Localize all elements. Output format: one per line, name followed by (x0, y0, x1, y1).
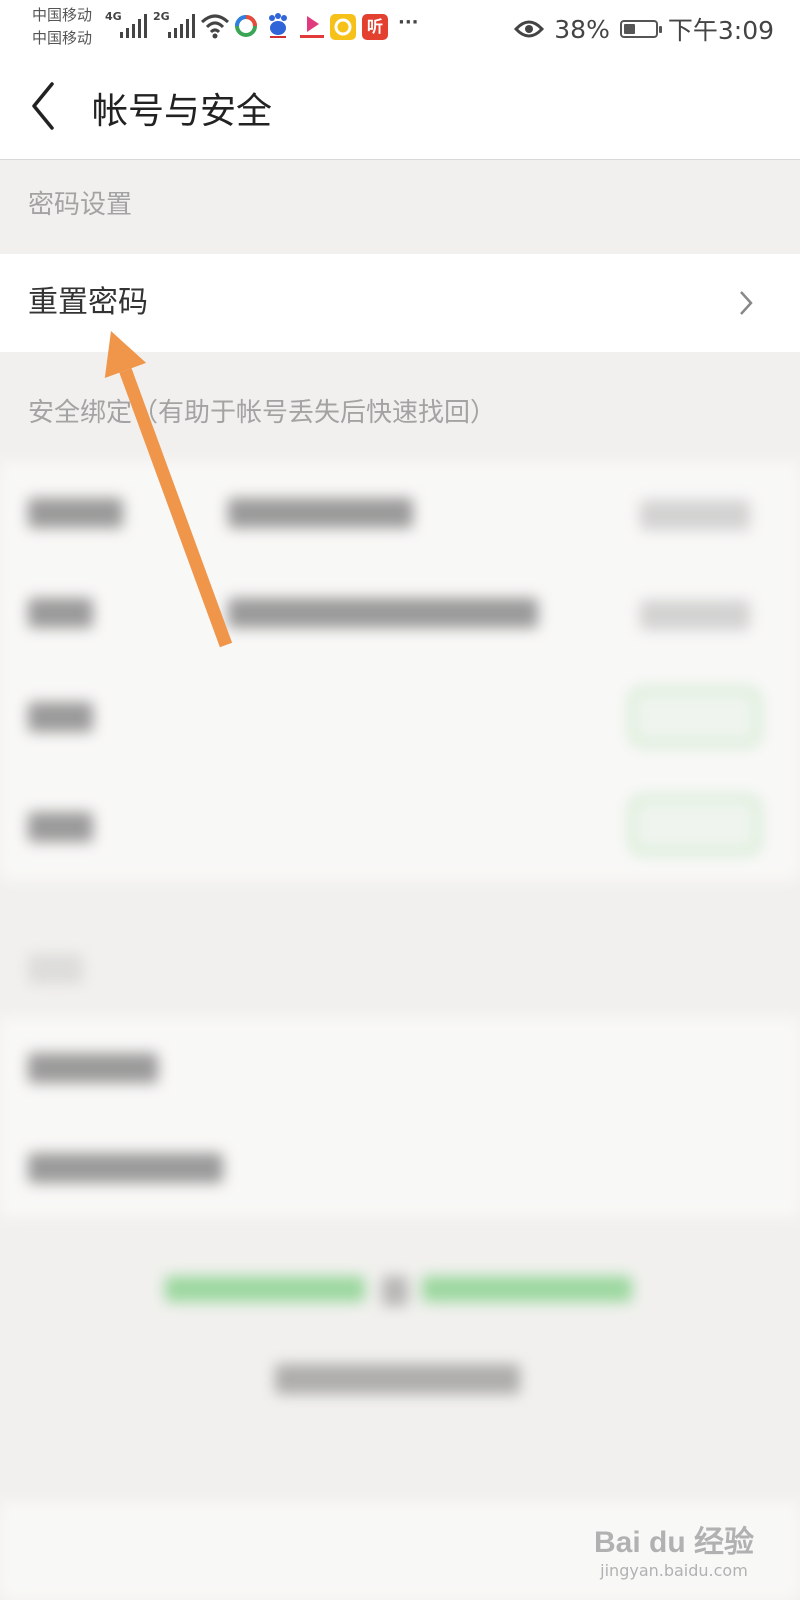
baidu-icon (269, 13, 287, 38)
battery-icon (619, 20, 662, 38)
blurred-link (165, 1276, 365, 1302)
carrier-2: 中国移动 (32, 29, 93, 47)
blurred-row (0, 462, 800, 562)
status-bar: 中国移动 中国移动 4G 2G 听 ··· 38% 下午3:09 (0, 0, 800, 58)
reset-password-label: 重置密码 (28, 285, 148, 320)
signal-icon (120, 14, 147, 38)
back-button[interactable] (22, 78, 82, 138)
battery-percent: 38% (554, 14, 610, 44)
app-icon (235, 15, 257, 37)
blurred-row (0, 1117, 800, 1217)
blurred-text (275, 1364, 520, 1394)
blurred-row (0, 662, 800, 772)
page-title: 帐号与安全 (92, 91, 273, 132)
back-arrow-icon (32, 82, 54, 130)
watermark-url: jingyan.baidu.com (600, 1561, 748, 1580)
blurred-link (422, 1276, 632, 1302)
watermark-logo: Bai du 经验 (593, 1526, 754, 1559)
more-notifications-icon: ··· (398, 12, 419, 33)
watermark: Bai du 经验 jingyan.baidu.com (594, 1517, 754, 1580)
wifi-icon (200, 14, 230, 39)
reset-password-item[interactable]: 重置密码 (0, 254, 800, 352)
signal-icon (168, 14, 195, 38)
blurred-content (0, 462, 800, 1600)
section-header-binding: 安全绑定（有助于帐号丢失后快速找回） (28, 398, 497, 428)
blurred-row (0, 1017, 800, 1117)
notes-app-icon (330, 14, 356, 40)
clock: 下午3:09 (667, 16, 774, 45)
blurred-section-header (28, 954, 83, 984)
blurred-row (0, 772, 800, 880)
carrier-1: 中国移动 (32, 6, 93, 24)
listen-app-icon: 听 (362, 14, 388, 40)
section-header-password: 密码设置 (28, 190, 133, 220)
video-app-icon (300, 16, 324, 38)
carrier-info: 中国移动 中国移动 (32, 4, 92, 50)
chevron-right-icon (740, 291, 753, 315)
title-bar: 帐号与安全 (0, 58, 800, 160)
blurred-row (0, 562, 800, 662)
status-right: 38% 下午3:09 (514, 10, 774, 48)
eye-protection-icon (514, 20, 545, 38)
blurred-text (382, 1276, 408, 1306)
